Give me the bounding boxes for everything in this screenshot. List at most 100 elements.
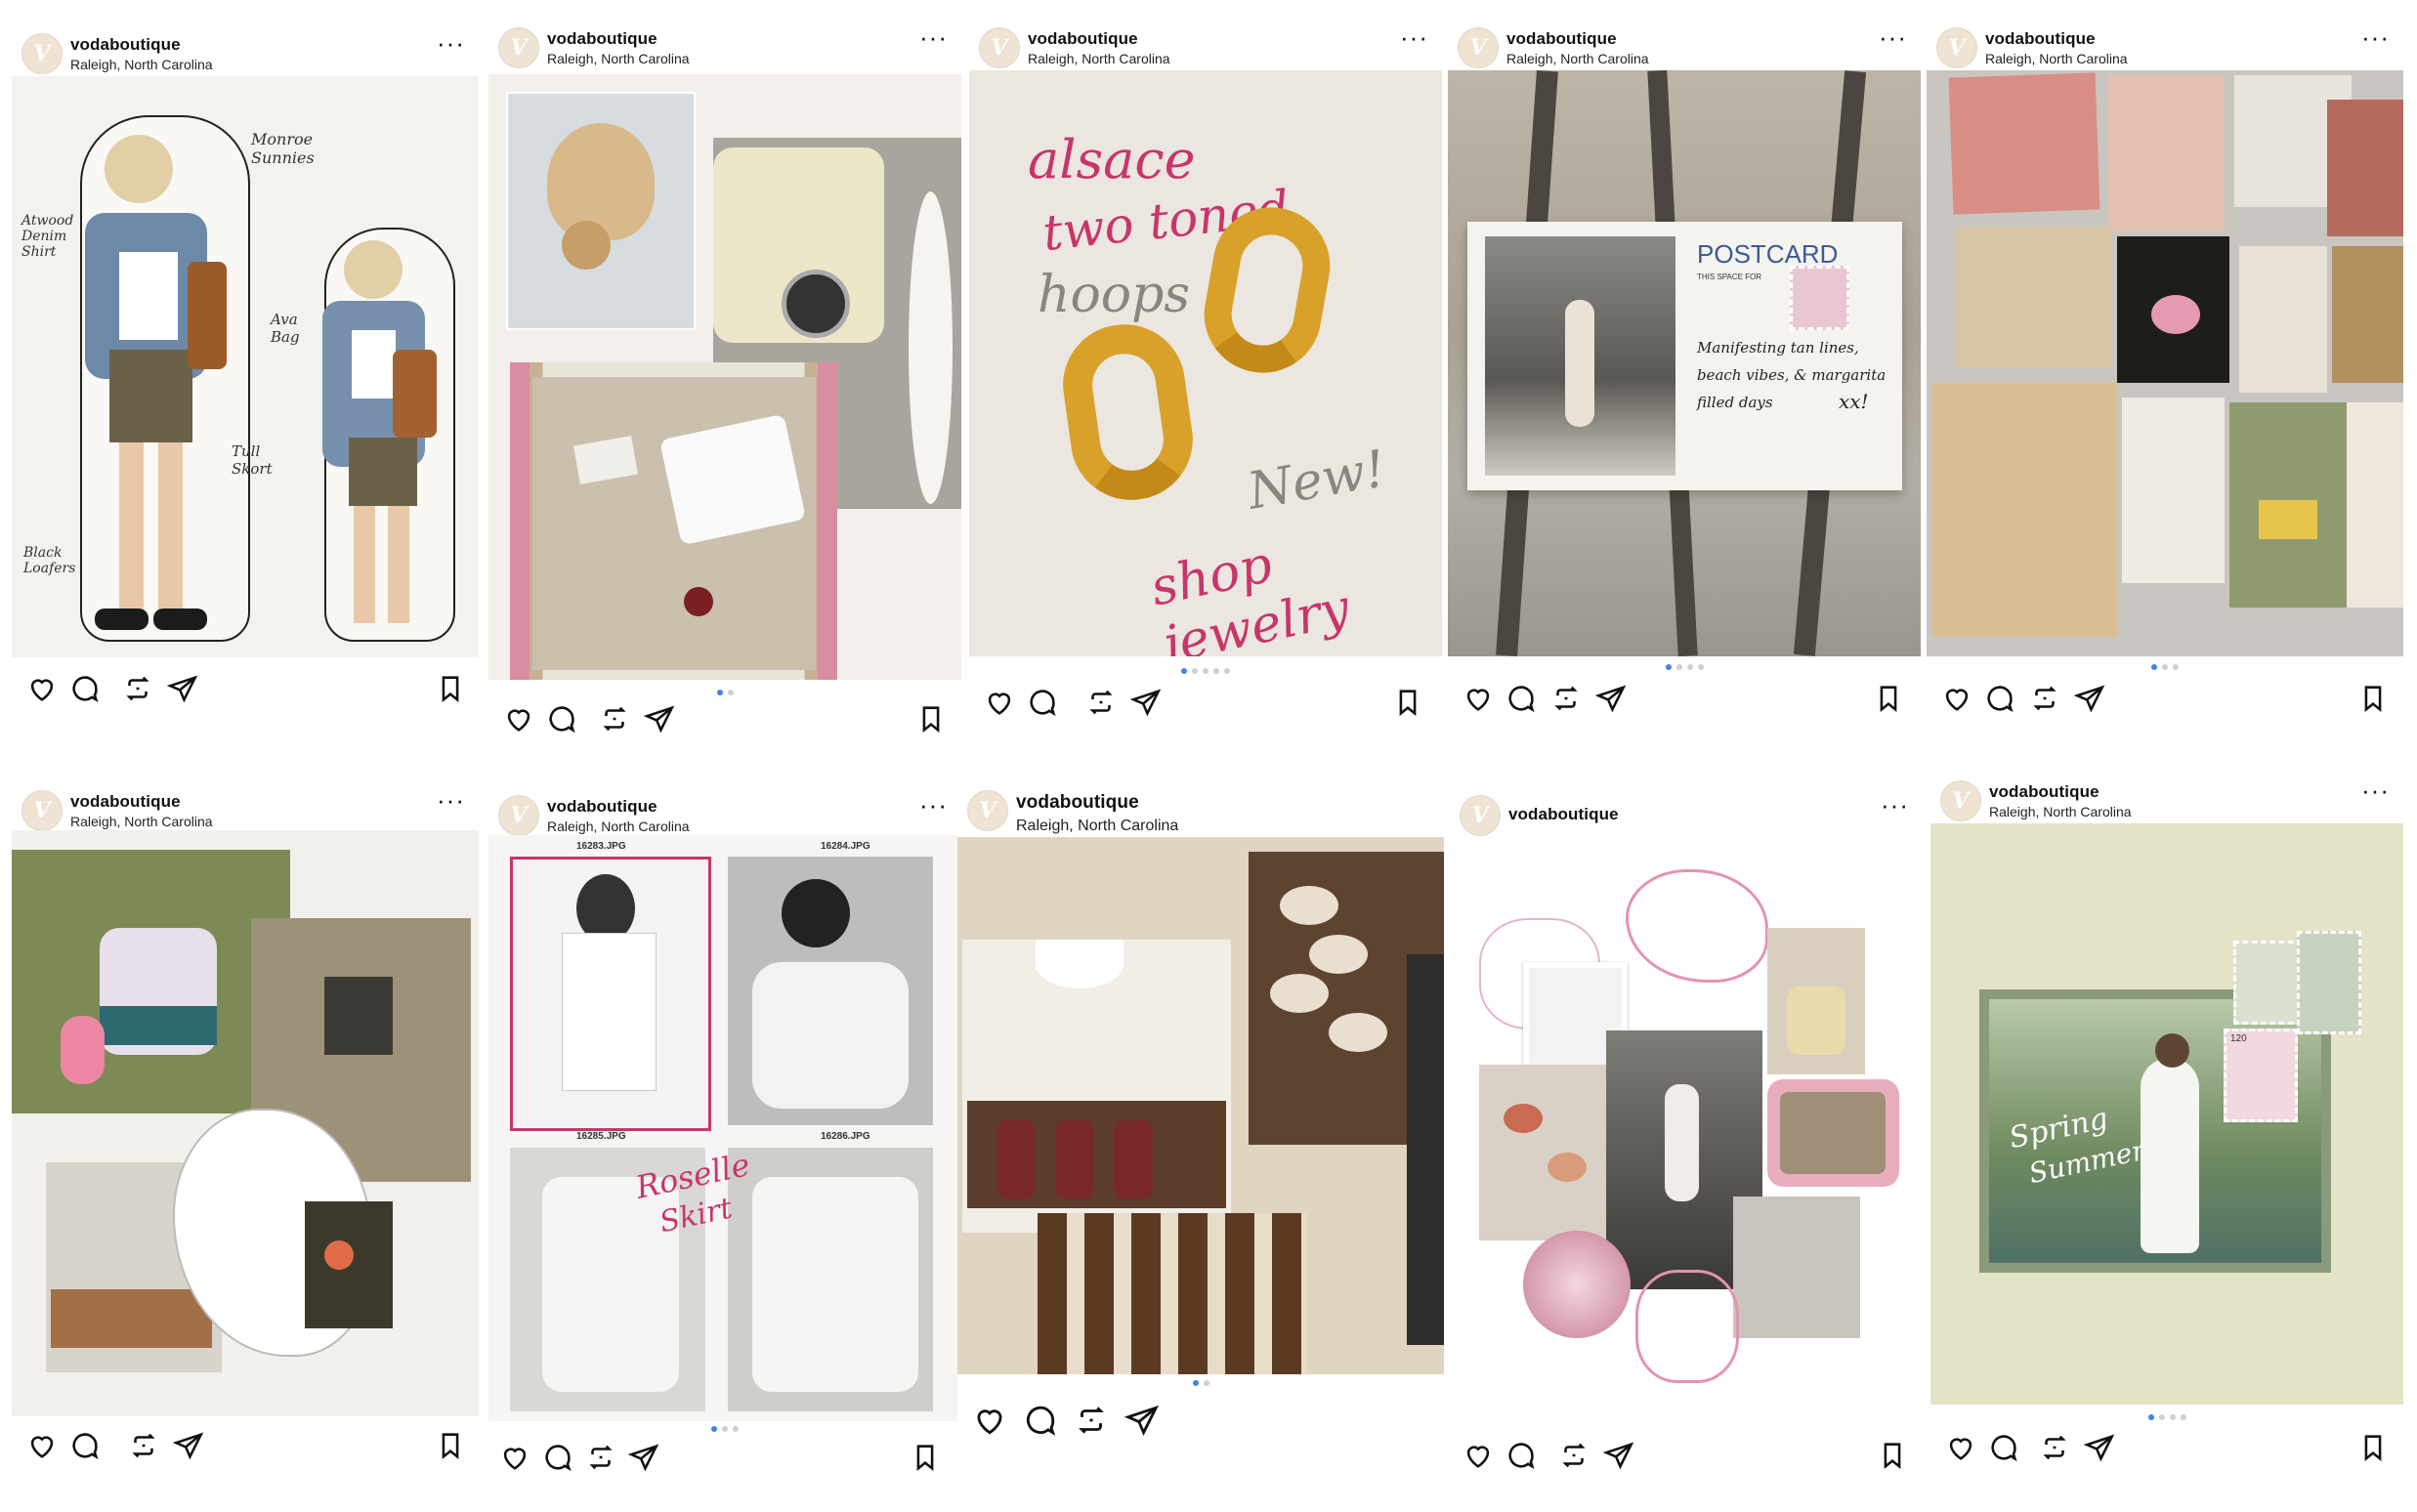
- heart-icon[interactable]: [25, 672, 59, 705]
- username[interactable]: vodaboutique: [1028, 29, 1138, 49]
- send-icon[interactable]: [1594, 682, 1628, 715]
- avatar[interactable]: V: [1460, 795, 1501, 836]
- send-icon[interactable]: [1124, 1402, 1161, 1439]
- comment-icon[interactable]: [1022, 1402, 1059, 1439]
- avatar[interactable]: V: [498, 795, 539, 836]
- post-image[interactable]: [1450, 860, 1923, 1407]
- comment-icon[interactable]: [541, 1441, 574, 1474]
- heart-icon[interactable]: [1462, 1439, 1495, 1472]
- send-icon[interactable]: [2083, 1431, 2116, 1464]
- more-options-icon[interactable]: ···: [1879, 24, 1907, 50]
- post-image[interactable]: [957, 837, 1444, 1374]
- more-options-icon[interactable]: ···: [437, 787, 465, 813]
- heart-icon[interactable]: [1944, 1431, 1977, 1464]
- avatar[interactable]: V: [979, 27, 1020, 68]
- carousel-indicator: [488, 1426, 961, 1436]
- location[interactable]: Raleigh, North Carolina: [70, 814, 213, 829]
- comment-icon[interactable]: [1505, 682, 1538, 715]
- location[interactable]: Raleigh, North Carolina: [1989, 804, 2132, 819]
- more-options-icon[interactable]: ···: [919, 792, 948, 818]
- post-image[interactable]: [12, 830, 479, 1416]
- avatar[interactable]: V: [967, 790, 1008, 831]
- avatar[interactable]: V: [498, 27, 539, 68]
- avatar[interactable]: V: [21, 790, 63, 831]
- post-image[interactable]: [1927, 70, 2403, 656]
- more-options-icon[interactable]: ···: [1881, 792, 1909, 818]
- repost-icon[interactable]: [2038, 1431, 2071, 1464]
- send-icon[interactable]: [172, 1429, 205, 1462]
- repost-icon[interactable]: [1073, 1402, 1110, 1439]
- comment-icon[interactable]: [1505, 1439, 1538, 1472]
- location[interactable]: Raleigh, North Carolina: [1016, 818, 1178, 835]
- repost-icon[interactable]: [1084, 686, 1118, 719]
- username[interactable]: vodaboutique: [1985, 29, 2096, 49]
- repost-icon[interactable]: [1549, 682, 1583, 715]
- bookmark-icon[interactable]: [434, 1429, 467, 1462]
- bookmark-icon[interactable]: [1876, 1439, 1909, 1472]
- heart-icon[interactable]: [983, 686, 1016, 719]
- username[interactable]: vodaboutique: [1016, 792, 1139, 814]
- post-image[interactable]: alsace two toned hoops New! shop jewelry: [969, 70, 1442, 656]
- username[interactable]: vodaboutique: [1508, 805, 1619, 824]
- avatar[interactable]: V: [1458, 27, 1499, 68]
- bookmark-icon[interactable]: [2356, 1431, 2390, 1464]
- username[interactable]: vodaboutique: [70, 35, 181, 55]
- location[interactable]: Raleigh, North Carolina: [70, 57, 213, 72]
- username[interactable]: vodaboutique: [547, 29, 657, 49]
- comment-icon[interactable]: [68, 672, 102, 705]
- username[interactable]: vodaboutique: [1989, 782, 2099, 802]
- bookmark-icon[interactable]: [434, 672, 467, 705]
- username[interactable]: vodaboutique: [547, 797, 657, 817]
- comment-icon[interactable]: [1987, 1431, 2020, 1464]
- post-card-10: V vodaboutique Raleigh, North Carolina ·…: [1930, 767, 2403, 1470]
- repost-icon[interactable]: [1557, 1439, 1590, 1472]
- avatar[interactable]: V: [1940, 780, 1981, 821]
- send-icon[interactable]: [1129, 686, 1163, 719]
- more-options-icon[interactable]: ···: [1400, 24, 1428, 50]
- location[interactable]: Raleigh, North Carolina: [547, 51, 690, 66]
- heart-icon[interactable]: [1940, 682, 1973, 715]
- heart-icon[interactable]: [498, 1441, 531, 1474]
- send-icon[interactable]: [166, 672, 199, 705]
- more-options-icon[interactable]: ···: [2361, 777, 2390, 803]
- location[interactable]: Raleigh, North Carolina: [1985, 51, 2128, 66]
- comment-icon[interactable]: [545, 702, 578, 735]
- bookmark-icon[interactable]: [2356, 682, 2390, 715]
- annotation-sunnies: Monroe Sunnies: [251, 130, 315, 167]
- repost-icon[interactable]: [598, 702, 631, 735]
- comment-icon[interactable]: [1983, 682, 2016, 715]
- bookmark-icon[interactable]: [1872, 682, 1905, 715]
- repost-icon[interactable]: [127, 1429, 160, 1462]
- post-image[interactable]: 16283.JPG 16284.JPG 16285.JPG 16286.JPG …: [488, 835, 961, 1421]
- location[interactable]: Raleigh, North Carolina: [1028, 51, 1170, 66]
- bookmark-icon[interactable]: [914, 702, 948, 735]
- post-image[interactable]: 120 Spring Summer: [1930, 823, 2403, 1405]
- comment-icon[interactable]: [68, 1429, 102, 1462]
- bookmark-icon[interactable]: [909, 1441, 942, 1474]
- post-image[interactable]: [488, 74, 961, 680]
- heart-icon[interactable]: [1462, 682, 1495, 715]
- heart-icon[interactable]: [971, 1402, 1008, 1439]
- heart-icon[interactable]: [502, 702, 535, 735]
- more-options-icon[interactable]: ···: [437, 30, 465, 56]
- avatar[interactable]: V: [1936, 27, 1977, 68]
- post-image[interactable]: POSTCARD THIS SPACE FOR Manifesting tan …: [1448, 70, 1921, 656]
- heart-icon[interactable]: [25, 1429, 59, 1462]
- comment-icon[interactable]: [1026, 686, 1059, 719]
- location[interactable]: Raleigh, North Carolina: [1506, 51, 1649, 66]
- repost-icon[interactable]: [584, 1441, 617, 1474]
- repost-icon[interactable]: [121, 672, 154, 705]
- more-options-icon[interactable]: ···: [919, 24, 948, 50]
- avatar[interactable]: V: [21, 33, 63, 74]
- repost-icon[interactable]: [2028, 682, 2061, 715]
- send-icon[interactable]: [1602, 1439, 1635, 1472]
- bookmark-icon[interactable]: [1391, 686, 1424, 719]
- send-icon[interactable]: [643, 702, 676, 735]
- post-image[interactable]: Monroe Sunnies Atwood Denim Shirt Ava Ba…: [12, 76, 479, 657]
- send-icon[interactable]: [2073, 682, 2106, 715]
- more-options-icon[interactable]: ···: [2361, 24, 2390, 50]
- username[interactable]: vodaboutique: [1506, 29, 1617, 49]
- username[interactable]: vodaboutique: [70, 792, 181, 812]
- location[interactable]: Raleigh, North Carolina: [547, 819, 690, 834]
- send-icon[interactable]: [627, 1441, 660, 1474]
